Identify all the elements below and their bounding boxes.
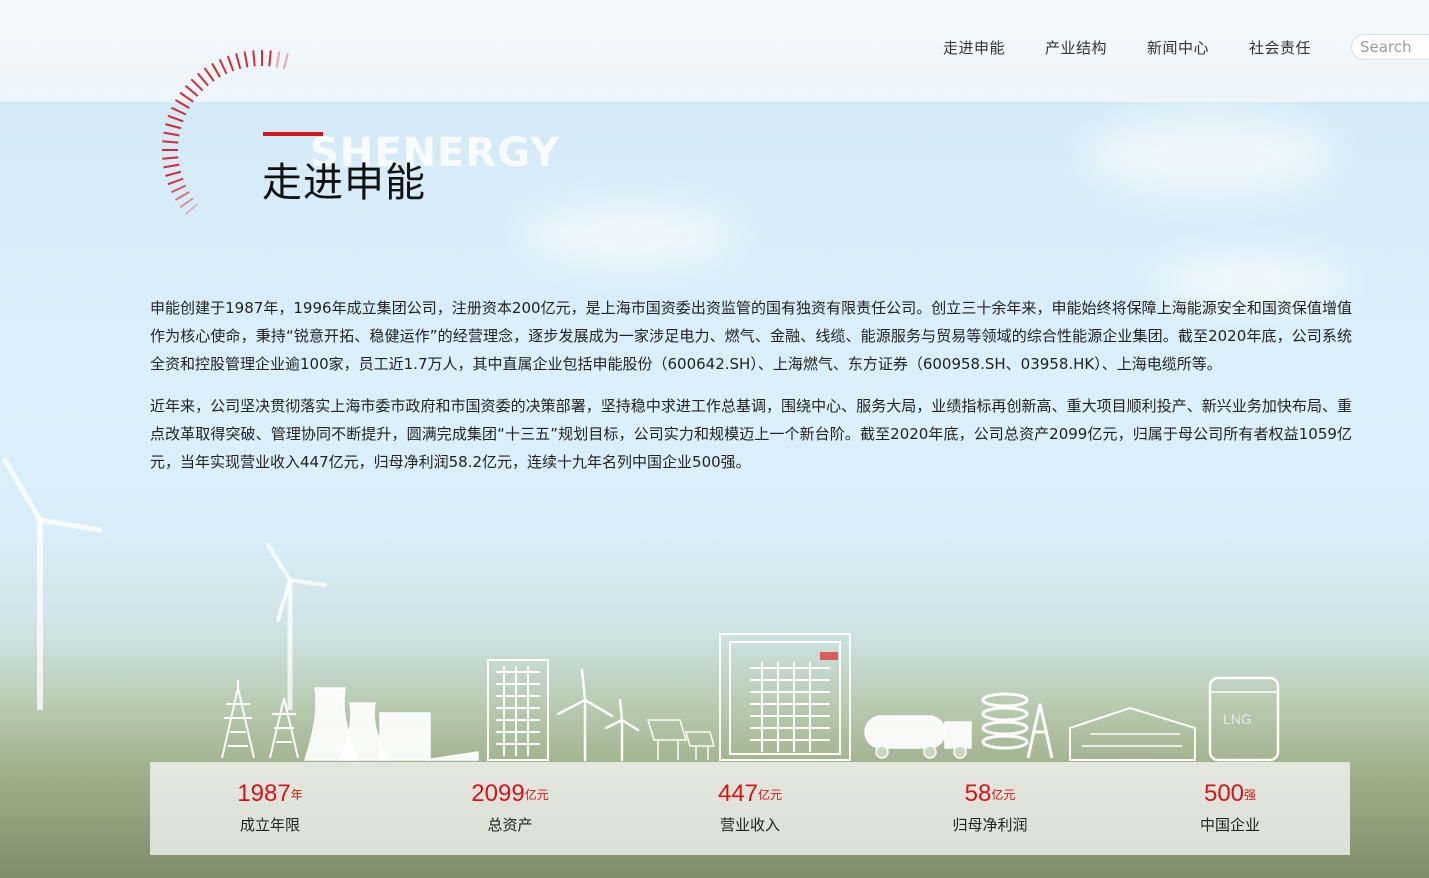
- lng-tank-label: LNG: [1223, 711, 1252, 727]
- energy-skyline-illustration: LNG: [221, 633, 1280, 762]
- dial-tick: [203, 67, 215, 82]
- dial-tick: [243, 51, 249, 68]
- stat-item: 500强 中国企业: [1110, 762, 1350, 855]
- dial-tick: [226, 55, 235, 72]
- stat-label: 归母净利润: [952, 816, 1028, 834]
- stat-item: 1987年 成立年限: [150, 762, 390, 855]
- dial-tick: [163, 163, 180, 169]
- stat-unit: 亿元: [524, 788, 549, 802]
- dial-tick: [184, 84, 199, 97]
- stat-item: 447亿元 营业收入: [630, 762, 870, 855]
- search-box: [1351, 34, 1429, 60]
- dial-tick: [196, 72, 209, 87]
- dial-tick: [162, 140, 179, 144]
- stat-label: 总资产: [487, 816, 533, 834]
- dial-tick: [179, 197, 194, 209]
- section-title: 走进申能: [262, 160, 426, 206]
- dial-tick: [162, 156, 179, 160]
- dial-tick: [165, 170, 182, 177]
- intro-paragraph: 申能创建于1987年，1996年成立集团公司，注册资本200亿元，是上海市国资委…: [150, 299, 1352, 373]
- stat-value: 2099: [471, 780, 525, 807]
- dial-tick: [165, 123, 182, 130]
- stat-value: 1987: [237, 780, 291, 807]
- main-nav: 走进申能 产业结构 新闻中心 社会责任: [943, 34, 1429, 60]
- dial-tick: [174, 191, 190, 201]
- stat-value: 500: [1203, 780, 1245, 807]
- dial-tick: [275, 51, 281, 68]
- stat-unit: 亿元: [758, 788, 783, 802]
- dial-tick: [170, 106, 187, 116]
- dial-tick: [235, 53, 242, 70]
- dial-tick: [170, 184, 187, 194]
- stat-unit: 年: [290, 788, 303, 802]
- stats-bar: 1987年 成立年限 2099亿元 总资产 447亿元 营业收入 58亿元 归母…: [150, 762, 1350, 855]
- dial-tick: [167, 114, 184, 123]
- search-input[interactable]: [1358, 37, 1429, 57]
- stat-label: 成立年限: [239, 816, 300, 834]
- stat-unit: 强: [1244, 788, 1257, 802]
- nav-item-news[interactable]: 新闻中心: [1147, 37, 1209, 58]
- dial-tick: [268, 50, 272, 67]
- dial-tick: [163, 131, 180, 137]
- stat-item: 2099亿元 总资产: [390, 762, 630, 855]
- nav-item-industry[interactable]: 产业结构: [1045, 37, 1107, 58]
- stat-label: 营业收入: [719, 816, 780, 834]
- nav-item-responsibility[interactable]: 社会责任: [1249, 37, 1311, 58]
- nav-item-about[interactable]: 走进申能: [943, 37, 1005, 58]
- dial-tick: [190, 78, 204, 92]
- dial-tick: [174, 99, 190, 109]
- dial-tick: [179, 91, 194, 103]
- intro-text: 申能创建于1987年，1996年成立集团公司，注册资本200亿元，是上海市国资委…: [150, 294, 1352, 490]
- dial-tick: [218, 58, 228, 75]
- dial-tick: [252, 50, 256, 67]
- dial-tick: [211, 62, 221, 78]
- stat-unit: 亿元: [991, 788, 1016, 802]
- dial-tick: [184, 203, 199, 216]
- stat-label: 中国企业: [1199, 816, 1260, 834]
- background-cloud: [1080, 110, 1340, 200]
- background-cloud: [520, 200, 740, 270]
- intro-paragraph: 近年来，公司坚决贯彻落实上海市委市政府和市国资委的决策部署，坚持稳中求进工作总基…: [150, 397, 1352, 471]
- dial-tick: [282, 53, 289, 70]
- stat-value: 58: [964, 780, 992, 807]
- stat-item: 58亿元 归母净利润: [870, 762, 1110, 855]
- stat-value: 447: [717, 780, 759, 807]
- dial-tick: [167, 177, 184, 186]
